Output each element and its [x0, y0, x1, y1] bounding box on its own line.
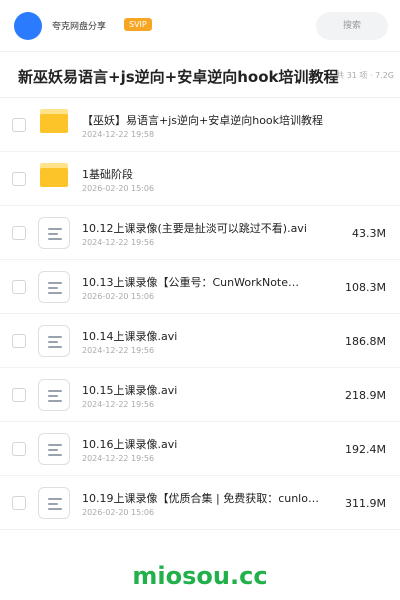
file-name: 10.13上课录像【公重号：CunWorkNote… [82, 276, 300, 289]
select-checkbox[interactable] [12, 442, 26, 456]
list-item[interactable]: 10.13上课录像【公重号：CunWorkNote… 2026-02-20 15:… [0, 260, 400, 314]
folder-icon [40, 163, 68, 187]
file-size: 311.9M [345, 497, 386, 510]
list-item[interactable]: 1基础阶段 2026-02-20 15:06 [0, 152, 400, 206]
watermark: miosou.cc [132, 562, 268, 590]
file-date: 2026-02-20 15:06 [82, 184, 155, 193]
file-size: 108.3M [345, 281, 386, 294]
list-item[interactable]: 10.12上课录像(主要是扯淡可以跳过不看).avi 2024-12-22 19:… [0, 206, 400, 260]
video-file-icon [38, 325, 70, 357]
search-input[interactable]: 搜索 [316, 12, 388, 40]
list-item[interactable]: 【巫妖】易语言+js逆向+安卓逆向hook培训教程 2024-12-22 19:5… [0, 98, 400, 152]
file-name: 10.14上课录像.avi [82, 330, 178, 343]
file-date: 2024-12-22 19:56 [82, 454, 155, 463]
top-bar: 夸克网盘分享 SVIP 搜索 [0, 0, 400, 52]
page-title: 新巫妖易语言+js逆向+安卓逆向hook培训教程 [18, 68, 339, 86]
avatar[interactable] [14, 12, 42, 40]
list-item[interactable]: 10.16上课录像.avi 2024-12-22 19:56 192.4M [0, 422, 400, 476]
list-item[interactable]: 10.19上课录像【优质合集 | 免费获取：cunlo… 2026-02-20 1… [0, 476, 400, 530]
file-size: 192.4M [345, 443, 386, 456]
list-item[interactable]: 10.15上课录像.avi 2024-12-22 19:56 218.9M [0, 368, 400, 422]
file-size: 186.8M [345, 335, 386, 348]
file-size: 218.9M [345, 389, 386, 402]
video-file-icon [38, 217, 70, 249]
video-file-icon [38, 379, 70, 411]
svip-badge: SVIP [124, 18, 152, 31]
select-checkbox[interactable] [12, 172, 26, 186]
video-file-icon [38, 487, 70, 519]
file-date: 2024-12-22 19:58 [82, 130, 155, 139]
file-date: 2024-12-22 19:56 [82, 400, 155, 409]
folder-header: 新巫妖易语言+js逆向+安卓逆向hook培训教程 共 31 项 · 7.2G [0, 52, 400, 98]
file-name: 1基础阶段 [82, 168, 133, 181]
app-name: 夸克网盘分享 [52, 22, 107, 32]
select-checkbox[interactable] [12, 334, 26, 348]
select-checkbox[interactable] [12, 118, 26, 132]
item-summary: 共 31 项 · 7.2G [336, 71, 394, 80]
video-file-icon [38, 271, 70, 303]
file-name: 10.12上课录像(主要是扯淡可以跳过不看).avi [82, 222, 307, 235]
file-date: 2026-02-20 15:06 [82, 292, 155, 301]
select-checkbox[interactable] [12, 496, 26, 510]
file-name: 10.16上课录像.avi [82, 438, 178, 451]
select-checkbox[interactable] [12, 280, 26, 294]
folder-icon [40, 109, 68, 133]
file-size: 43.3M [352, 227, 386, 240]
file-date: 2024-12-22 19:56 [82, 346, 155, 355]
video-file-icon [38, 433, 70, 465]
file-list: 【巫妖】易语言+js逆向+安卓逆向hook培训教程 2024-12-22 19:5… [0, 98, 400, 530]
select-checkbox[interactable] [12, 388, 26, 402]
file-date: 2024-12-22 19:56 [82, 238, 155, 247]
file-name: 10.19上课录像【优质合集 | 免费获取：cunlo… [82, 492, 319, 505]
file-name: 【巫妖】易语言+js逆向+安卓逆向hook培训教程 [82, 114, 324, 127]
select-checkbox[interactable] [12, 226, 26, 240]
file-date: 2026-02-20 15:06 [82, 508, 155, 517]
file-name: 10.15上课录像.avi [82, 384, 178, 397]
list-item[interactable]: 10.14上课录像.avi 2024-12-22 19:56 186.8M [0, 314, 400, 368]
